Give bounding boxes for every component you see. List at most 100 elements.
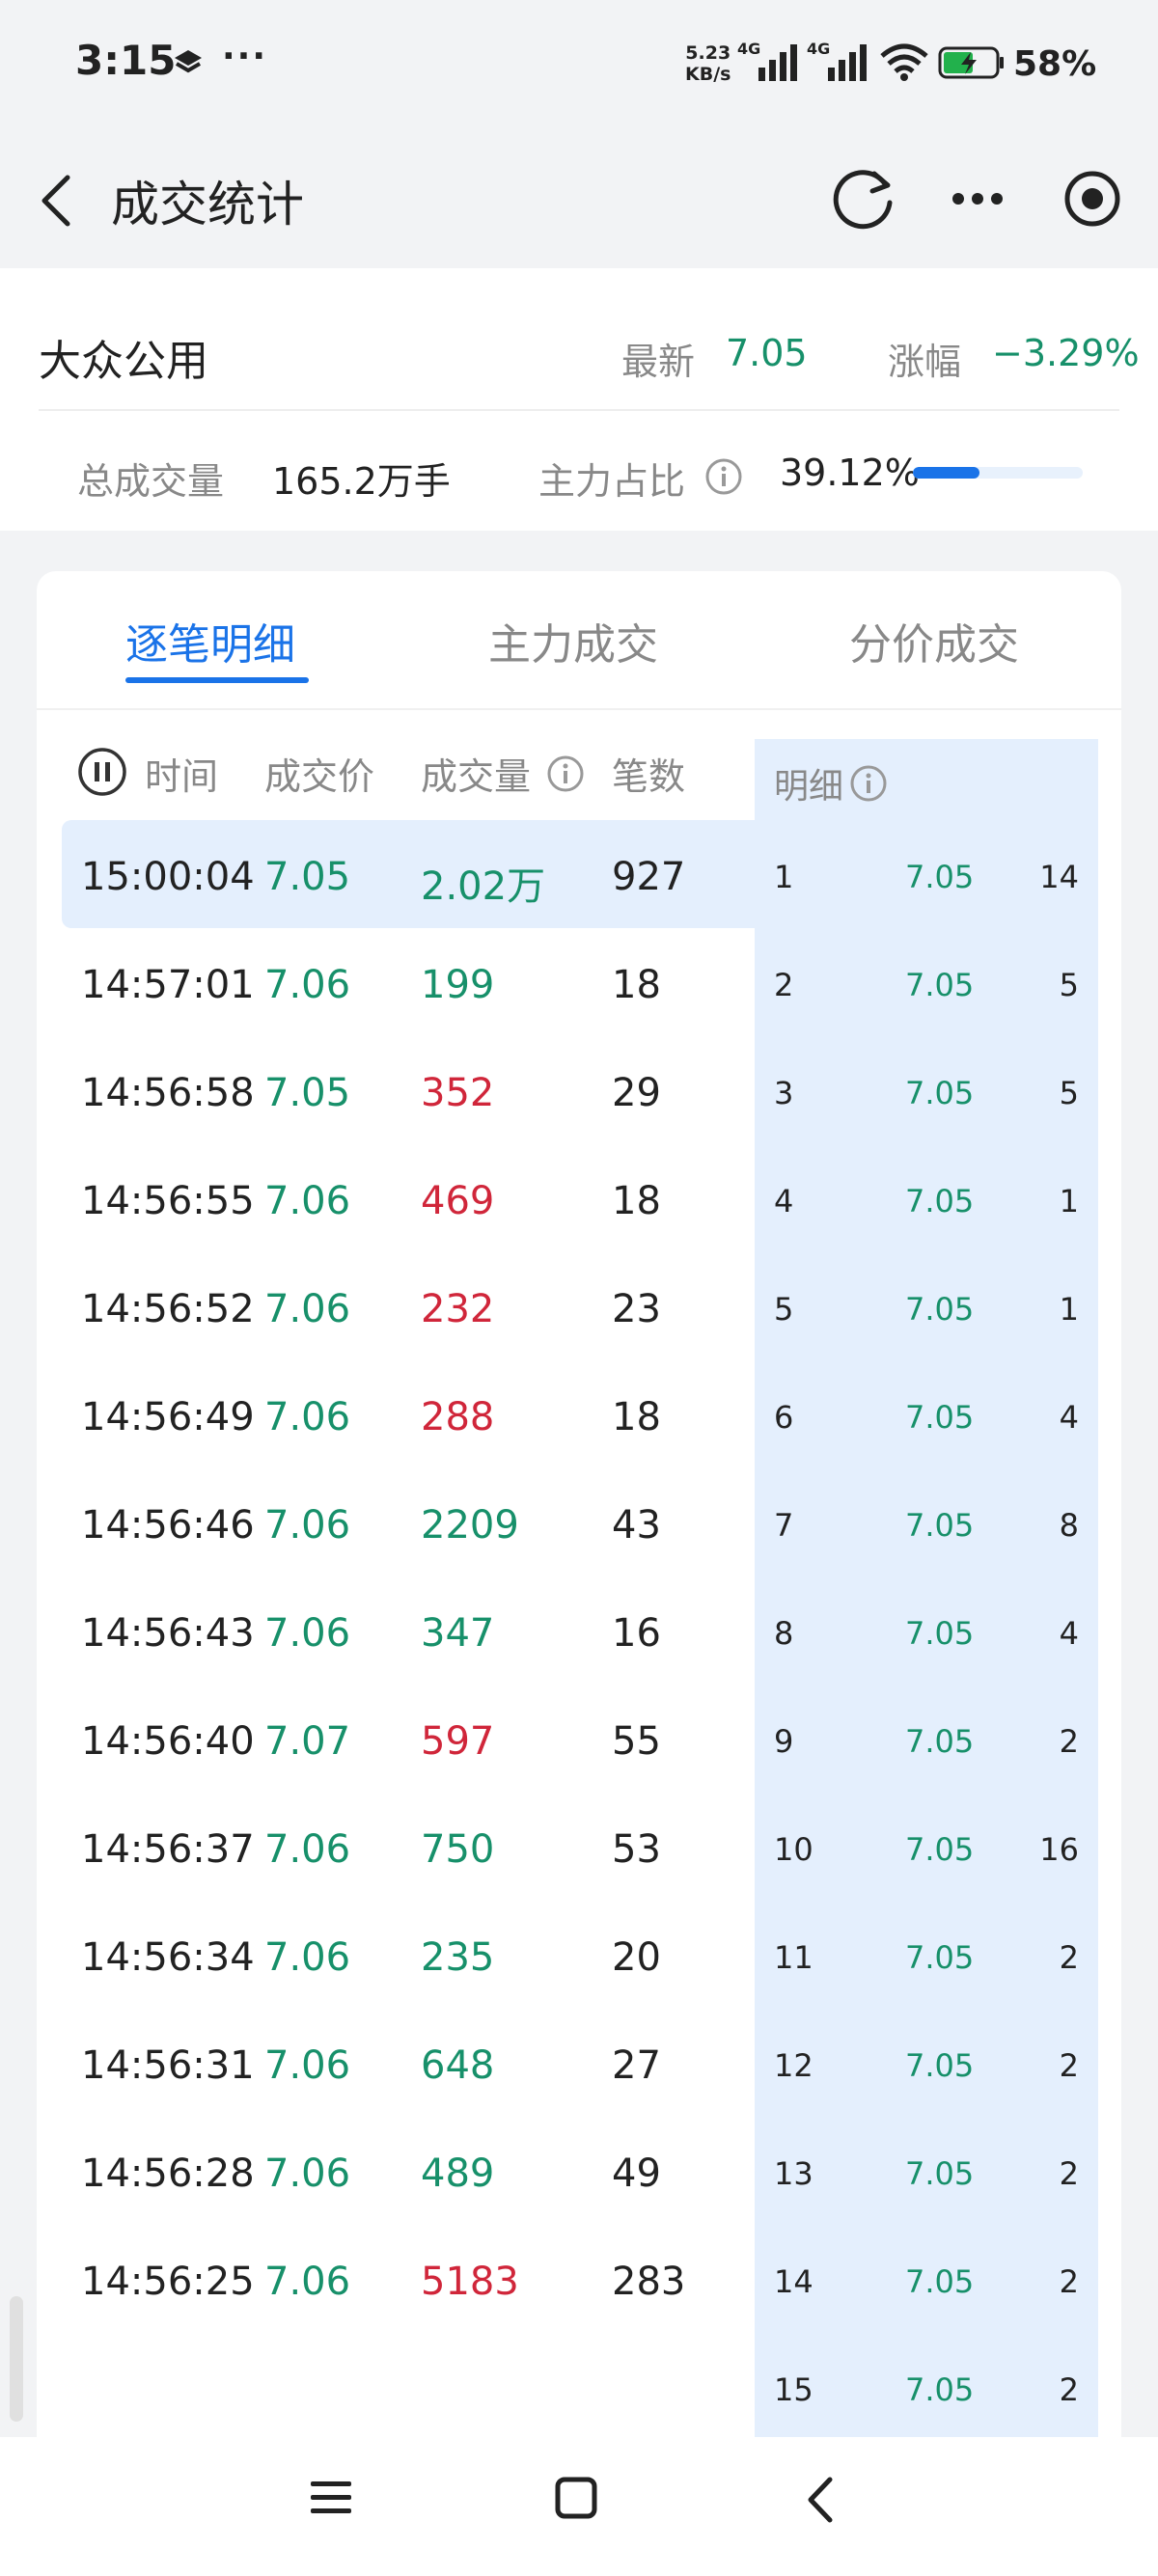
tab-main-force[interactable]: 主力成交 xyxy=(488,610,658,671)
trade-volume: 469 xyxy=(421,1179,495,1223)
table-row[interactable]: 14:56:28 7.06 489 49 xyxy=(37,2117,755,2225)
trade-time: 14:56:46 xyxy=(81,1503,255,1548)
table-row[interactable]: 14:56:55 7.06 469 18 xyxy=(37,1144,755,1252)
table-row[interactable]: 14:56:49 7.06 288 18 xyxy=(37,1360,755,1468)
detail-info-icon[interactable] xyxy=(849,764,888,807)
stock-name: 大众公用 xyxy=(39,337,208,386)
trade-time: 15:00:04 xyxy=(81,855,255,899)
trade-price: 7.06 xyxy=(264,2043,351,2088)
trade-volume: 199 xyxy=(421,963,495,1007)
detail-row: 15 7.05 2 xyxy=(755,2333,1098,2441)
detail-row: 13 7.05 2 xyxy=(755,2117,1098,2225)
table-row[interactable]: 14:56:46 7.06 2209 43 xyxy=(37,1468,755,1576)
table-row[interactable]: 14:57:01 7.06 199 18 xyxy=(37,928,755,1036)
table-row[interactable]: 14:56:25 7.06 5183 283 xyxy=(37,2225,755,2333)
detail-count: 2 xyxy=(1059,1939,1079,1976)
detail-price: 7.05 xyxy=(905,1399,975,1436)
tab-tick-detail[interactable]: 逐笔明细 xyxy=(125,610,295,671)
trade-count: 283 xyxy=(612,2260,686,2304)
detail-price: 7.05 xyxy=(905,1831,975,1868)
table-row[interactable]: 14:56:34 7.06 235 20 xyxy=(37,1901,755,2009)
trade-count: 27 xyxy=(612,2043,661,2088)
detail-index: 9 xyxy=(774,1723,794,1760)
table-row[interactable]: 14:56:31 7.06 648 27 xyxy=(37,2009,755,2117)
trade-volume: 352 xyxy=(421,1071,495,1115)
trade-volume: 648 xyxy=(421,2043,495,2088)
wifi-icon xyxy=(878,42,930,85)
trade-time: 14:56:49 xyxy=(81,1395,255,1439)
latest-label: 最新 xyxy=(621,341,696,383)
table-row[interactable]: 15:00:04 7.05 2.02万 927 xyxy=(62,820,755,928)
detail-price: 7.05 xyxy=(905,1507,975,1544)
table-row[interactable]: 14:56:40 7.07 597 55 xyxy=(37,1685,755,1793)
more-options-icon[interactable] xyxy=(951,191,1005,210)
trade-price: 7.05 xyxy=(264,1071,351,1115)
detail-count: 1 xyxy=(1059,1291,1079,1328)
detail-price: 7.05 xyxy=(905,1615,975,1652)
main-ratio-value: 39.12% xyxy=(780,452,920,494)
trade-count: 49 xyxy=(612,2151,661,2196)
back-icon[interactable] xyxy=(35,172,77,233)
detail-row: 4 7.05 1 xyxy=(755,1144,1098,1252)
volume-info-icon[interactable] xyxy=(546,754,585,797)
detail-price: 7.05 xyxy=(905,2047,975,2084)
info-icon[interactable] xyxy=(704,457,743,500)
detail-count: 1 xyxy=(1059,1183,1079,1219)
tab-price-distribution[interactable]: 分价成交 xyxy=(849,610,1019,671)
close-miniapp-icon[interactable] xyxy=(1062,168,1123,233)
table-row[interactable]: 14:56:43 7.06 347 16 xyxy=(37,1576,755,1685)
system-nav-bar xyxy=(0,2437,1158,2576)
detail-price: 7.05 xyxy=(905,1723,975,1760)
column-header-detail: 明细 xyxy=(774,767,844,807)
detail-count: 2 xyxy=(1059,2047,1079,2084)
detail-count: 8 xyxy=(1059,1507,1079,1544)
trade-volume: 2.02万 xyxy=(421,864,546,909)
detail-row: 10 7.05 16 xyxy=(755,1793,1098,1901)
battery-percent: 58% xyxy=(1013,44,1097,84)
trade-time: 14:56:34 xyxy=(81,1935,255,1980)
detail-row: 1 7.05 14 xyxy=(755,820,1098,928)
detail-price: 7.05 xyxy=(905,2155,975,2192)
trade-price: 7.07 xyxy=(264,1719,351,1764)
trade-volume: 235 xyxy=(421,1935,495,1980)
detail-row: 11 7.05 2 xyxy=(755,1901,1098,2009)
trade-volume: 347 xyxy=(421,1611,495,1656)
tab-divider xyxy=(37,708,1121,710)
back-nav-icon[interactable] xyxy=(801,2476,840,2528)
status-bar: 3:15 ··· 5.23 KB/s 4G 4G 58% xyxy=(0,0,1158,135)
detail-price: 7.05 xyxy=(905,2371,975,2408)
app-header: 成交统计 xyxy=(0,135,1158,260)
refresh-icon[interactable] xyxy=(830,164,899,237)
page-title: 成交统计 xyxy=(111,177,304,233)
detail-index: 1 xyxy=(774,859,794,895)
pause-icon[interactable] xyxy=(77,747,127,801)
home-icon[interactable] xyxy=(554,2476,598,2524)
more-notifications-icon: ··· xyxy=(222,37,268,76)
trade-price: 7.05 xyxy=(264,855,351,899)
detail-index: 4 xyxy=(774,1183,794,1219)
trade-volume: 597 xyxy=(421,1719,495,1764)
table-row[interactable]: 14:56:52 7.06 232 23 xyxy=(37,1252,755,1360)
detail-index: 10 xyxy=(774,1831,813,1868)
detail-price: 7.05 xyxy=(905,1183,975,1219)
detail-count: 2 xyxy=(1059,1723,1079,1760)
menu-icon[interactable] xyxy=(307,2476,355,2524)
trade-time: 14:56:58 xyxy=(81,1071,255,1115)
change-percent: −3.29% xyxy=(992,332,1140,374)
svg-text:4G: 4G xyxy=(807,41,830,58)
stock-info-card: 大众公用 最新 7.05 涨幅 −3.29% 总成交量 165.2万手 主力占比… xyxy=(0,268,1158,531)
detail-count: 4 xyxy=(1059,1615,1079,1652)
total-volume-label: 总成交量 xyxy=(77,460,225,503)
table-row[interactable]: 14:56:37 7.06 750 53 xyxy=(37,1793,755,1901)
detail-index: 8 xyxy=(774,1615,794,1652)
detail-price: 7.05 xyxy=(905,1075,975,1111)
detail-price: 7.05 xyxy=(905,1291,975,1328)
scroll-handle[interactable] xyxy=(10,2296,23,2422)
trade-volume: 232 xyxy=(421,1287,495,1331)
detail-row: 5 7.05 1 xyxy=(755,1252,1098,1360)
trade-count: 20 xyxy=(612,1935,661,1980)
detail-row: 9 7.05 2 xyxy=(755,1685,1098,1793)
detail-count: 2 xyxy=(1059,2263,1079,2300)
table-row[interactable]: 14:56:58 7.05 352 29 xyxy=(37,1036,755,1144)
detail-count: 5 xyxy=(1059,967,1079,1003)
